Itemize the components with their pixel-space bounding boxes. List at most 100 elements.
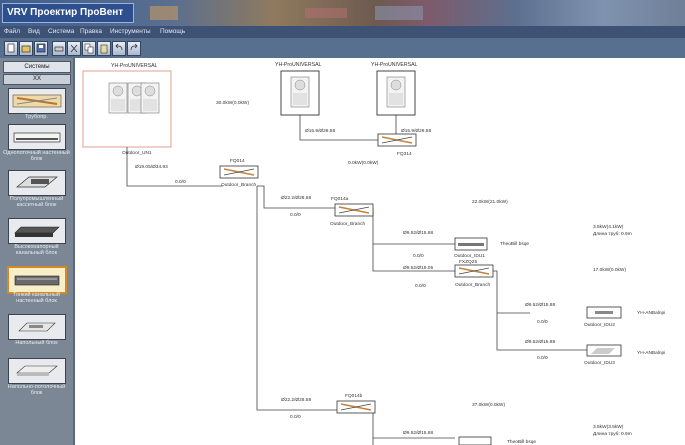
unit-name: YH-ProUNIVERSAL [111,63,158,69]
palette-label: Напольно-потолочный блок [7,384,66,396]
ceiling-unit-icon [16,365,58,376]
unit-model: FXZQ25 [459,259,477,265]
branch-name: FQ014 [230,158,245,164]
palette-item-duct-slim[interactable] [7,266,67,294]
outdoor-unit-3[interactable]: YH-ProUNIVERSAL [371,62,418,116]
design-canvas[interactable]: YH-ProUNIVERSAL Outdoor_UN1 30.0kW(0.0kW… [73,58,685,445]
outdoor-unit-1[interactable]: YH-ProUNIVERSAL Outdoor_UN1 [82,63,172,156]
pipe-label: Ø19.05/Ø34.93 [135,164,168,170]
pipe-label: Ø22.2/Ø28.58 [281,397,311,403]
cut-icon[interactable] [67,41,81,56]
palette-label: Высоконапорный канальный блок [14,244,59,256]
save-icon[interactable] [34,41,48,56]
new-icon[interactable] [4,41,18,56]
note: 3.5kW(3.5kW) [593,424,624,430]
note: 3.5kW(4.1kW) [593,224,624,230]
pipe-label: Ø15.9/Ø28.58 [305,128,335,134]
pipe-label: Ø15.9/Ø28.58 [401,128,431,134]
branch-caption: Outdoor_Branch [221,182,257,188]
unit-caption: Outdoor_IDU2 [584,322,615,328]
note: 0.0kW(0.0kW) [348,160,379,166]
menu-view[interactable]: Вид [28,27,40,37]
menu-file[interactable]: Файл [4,27,20,37]
branch-name: FQ014a [331,196,349,202]
unit-caption: Outdoor_UN1 [122,150,152,156]
redo-icon[interactable] [127,41,141,56]
pipe-length: 0.0/0 [290,414,301,420]
palette-label: Трубопр. [25,114,48,120]
paste-icon[interactable] [97,41,111,56]
note: FQ314 [397,151,412,157]
branch-joint[interactable] [219,165,259,179]
palette-label: Полупромышленный кассетный блок [9,196,64,208]
palette-item-ceiling-unit[interactable] [8,358,66,384]
menu-bar: Файл Вид Система Правка Инструменты Помо… [0,26,685,38]
unit-label: TheoBill bsqe [507,439,536,445]
piping-diagram: YH-ProUNIVERSAL Outdoor_UN1 30.0kW(0.0kW… [82,62,665,445]
branch-joint[interactable] [334,203,374,217]
branch-caption: Outdoor_Branch [330,221,366,227]
pipe-length: 0.0/0 [290,212,301,218]
indoor-unit-1[interactable]: Outdoor_IDU1 FXZQ25 [454,237,488,265]
indoor-unit-3[interactable]: Outdoor_IDU3 [584,344,622,366]
menu-tools[interactable]: Инструменты [110,27,151,37]
unit-label: TheoBill bsqe [500,241,529,247]
menu-help[interactable]: Помощь [160,27,185,37]
pipe-label: Ø9.52/Ø15.88 [403,430,433,436]
pipe-label: Ø9.52/Ø19.05 [403,265,433,271]
pipe-length: 0.0/0 [537,319,548,325]
indoor-unit-4[interactable] [458,436,492,445]
palette-item-wall-unit[interactable] [8,124,66,150]
branch-joint[interactable] [377,133,417,147]
pipe-length: 0.0/0 [415,283,426,289]
toolbar [0,38,685,58]
unit-caption: Outdoor_IDU3 [584,360,615,366]
palette-label: Однопоточный настенный блок [3,150,70,162]
title-decoration [305,8,347,18]
title-decoration [375,6,423,20]
note: 30.0kW(0.0kW) [216,100,249,106]
duct-slim-icon [14,275,60,286]
title-decoration [150,6,178,20]
unit-name: YH-ProUNIVERSAL [371,62,418,68]
open-icon[interactable] [19,41,33,56]
palette-item-pipe[interactable] [8,88,66,114]
pipe-length: 0.0/0 [413,253,424,259]
unit-name: YH-ProUNIVERSAL [275,62,322,68]
floor-unit-icon [18,322,56,332]
menu-edit[interactable]: Правка [80,27,102,37]
pipe-label: Ø9.52/Ø15.88 [525,302,555,308]
pipe-label: Ø9.52/Ø15.88 [403,230,433,236]
palette-item-cassette[interactable] [8,170,66,196]
branch-name: FQ014b [345,393,363,399]
palette-label: Тонкий канальный настенный блок [13,292,60,304]
palette-header[interactable]: Системы [3,61,71,73]
palette-item-duct-unit[interactable] [8,218,66,244]
palette-subheader[interactable]: XX [3,74,71,85]
pipe-length: 0.0/0 [537,355,548,361]
duct-unit-icon [14,226,60,237]
copy-icon[interactable] [82,41,96,56]
indoor-unit-2[interactable]: Outdoor_IDU2 [584,306,622,328]
print-icon[interactable] [52,41,66,56]
menu-system[interactable]: Система [48,27,74,37]
unit-label: YH-ANBalnpi [637,350,665,356]
palette-label: Напольный блок [15,340,58,346]
wall-unit-icon [13,132,61,143]
outdoor-unit-2[interactable]: YH-ProUNIVERSAL [275,62,322,116]
note: 37.0kW(0.0kW) [472,402,505,408]
pipe-length: 0.0/0 [175,179,186,185]
pipe-icon [12,94,62,108]
unit-label: YH-ANBalnpi [637,310,665,316]
pipe-label: Ø9.52/Ø15.88 [525,339,555,345]
palette-item-floor-unit[interactable] [8,314,66,340]
note: 22.0kW(21.0kW) [472,199,508,205]
note: Длина труб: 0.9m [593,231,632,237]
window-title: VRV Проектир ПроВент [2,3,135,23]
undo-icon[interactable] [112,41,126,56]
pipe-label: Ø22.2/Ø28.58 [281,195,311,201]
cassette-icon [16,176,58,188]
branch-joint[interactable] [336,400,376,414]
unit-caption: Outdoor_IDU1 [454,253,485,259]
branch-joint[interactable] [454,264,494,278]
